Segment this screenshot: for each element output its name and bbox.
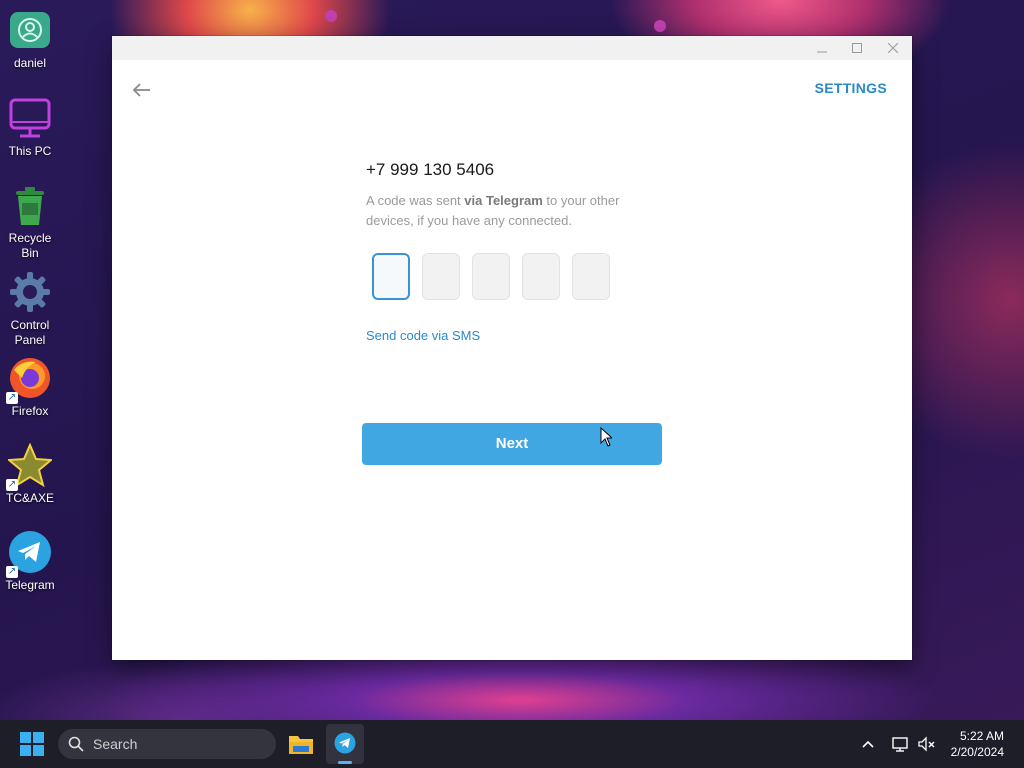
code-digit-input-1[interactable] <box>372 253 410 300</box>
desktop-icon-label: daniel <box>13 56 47 70</box>
arrow-left-icon <box>132 83 150 97</box>
telegram-icon <box>334 732 356 754</box>
close-button[interactable] <box>878 38 908 58</box>
chevron-up-icon <box>862 740 874 748</box>
code-digit-input-4[interactable] <box>522 253 560 300</box>
desc-text: A code was sent <box>366 193 465 208</box>
desktop-icon-label: This PC <box>8 144 52 158</box>
network-status-button[interactable] <box>892 736 910 752</box>
monitor-icon <box>8 96 52 140</box>
next-button[interactable]: Next <box>362 423 662 465</box>
mouse-cursor-icon <box>600 427 612 447</box>
code-digit-input-2[interactable] <box>422 253 460 300</box>
close-icon <box>887 42 899 54</box>
wallpaper-dot <box>325 10 337 22</box>
settings-link[interactable]: SETTINGS <box>815 80 887 96</box>
desktop-icon-label: Recycle Bin <box>8 231 52 260</box>
user-folder-icon <box>8 8 52 52</box>
title-bar[interactable] <box>112 36 912 60</box>
code-digit-input-5[interactable] <box>572 253 610 300</box>
phone-number: +7 999 130 5406 <box>366 160 495 179</box>
desktop-icon-telegram[interactable]: ↗ Telegram <box>0 522 60 593</box>
taskbar: Search 5:22 AM 2/20/2024 <box>0 720 1024 768</box>
desktop-icon-label: TC&AXE <box>5 491 54 505</box>
taskbar-file-explorer[interactable] <box>288 732 314 756</box>
taskbar-telegram[interactable] <box>326 724 364 764</box>
network-icon <box>892 737 908 752</box>
clock-time: 5:22 AM <box>959 729 1004 743</box>
start-button[interactable] <box>20 732 44 756</box>
desktop-icon-label: Telegram <box>5 578 55 592</box>
send-code-via-sms-link[interactable]: Send code via SMS <box>366 328 480 343</box>
code-sent-description: A code was sent via Telegram to your oth… <box>366 191 666 231</box>
taskbar-search-box[interactable]: Search <box>58 729 276 759</box>
volume-button[interactable] <box>918 736 936 752</box>
minimize-icon <box>817 51 827 53</box>
desktop-icon-firefox[interactable]: ↗ Firefox <box>0 348 60 419</box>
windows-logo-icon <box>20 732 44 756</box>
star-icon: ↗ <box>6 442 54 491</box>
back-button[interactable] <box>130 78 154 102</box>
wallpaper-dot <box>654 20 666 32</box>
shortcut-arrow-icon: ↗ <box>6 566 18 578</box>
desktop-icon-daniel[interactable]: daniel <box>0 0 60 71</box>
active-app-indicator <box>338 761 352 764</box>
telegram-icon: ↗ <box>6 530 52 578</box>
gear-icon <box>8 270 52 314</box>
telegram-window: SETTINGS +7 999 130 5406 A code was sent… <box>112 36 912 660</box>
search-icon <box>68 736 84 752</box>
recycle-bin-icon <box>8 183 52 227</box>
volume-muted-icon <box>918 736 935 752</box>
desktop-icon-this-pc[interactable]: This PC <box>0 88 60 159</box>
maximize-icon <box>852 43 862 53</box>
desktop-icon-tcaxe[interactable]: ↗ TC&AXE <box>0 435 60 506</box>
desktop-icon-label: Control Panel <box>10 318 50 347</box>
clock-date: 2/20/2024 <box>950 745 1004 759</box>
desktop-icon-control-panel[interactable]: Control Panel <box>0 262 60 348</box>
desc-bold-text: via Telegram <box>464 193 543 208</box>
desktop-icon-label: Firefox <box>11 404 49 418</box>
maximize-button[interactable] <box>842 38 872 58</box>
shortcut-arrow-icon: ↗ <box>6 392 18 404</box>
minimize-button[interactable] <box>807 38 837 58</box>
desktop-icon-recycle-bin[interactable]: Recycle Bin <box>0 175 60 261</box>
shortcut-arrow-icon: ↗ <box>6 479 18 491</box>
show-hidden-icons-button[interactable] <box>860 736 876 752</box>
firefox-icon: ↗ <box>6 356 52 404</box>
folder-icon <box>289 736 313 754</box>
search-placeholder: Search <box>93 736 138 752</box>
clock[interactable]: 5:22 AM 2/20/2024 <box>951 728 1004 760</box>
code-digit-input-3[interactable] <box>472 253 510 300</box>
